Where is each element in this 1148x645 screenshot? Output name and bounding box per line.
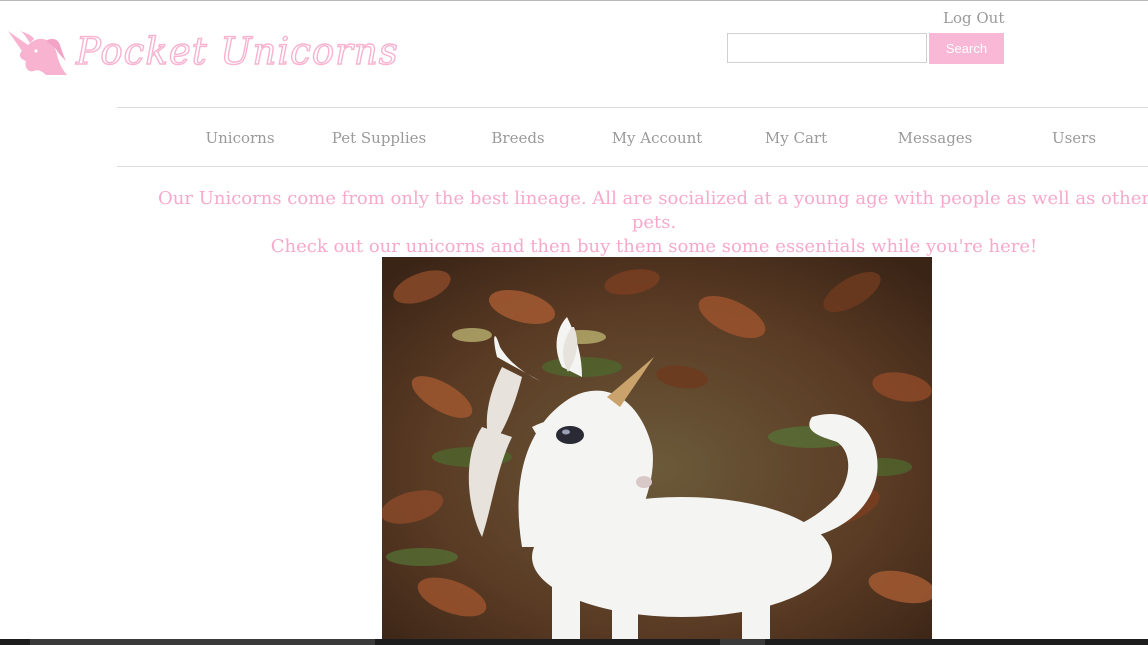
baby-unicorn-photo (382, 257, 932, 641)
brand-name: Pocket Unicorns (75, 29, 399, 73)
intro-line-2: Check out our unicorns and then buy them… (270, 236, 1038, 257)
search-button[interactable]: Search (929, 33, 1004, 64)
page: Pocket Unicorns Log Out Search Unicorns … (0, 0, 1148, 645)
taskbar-segment (30, 639, 375, 645)
nav-item-users[interactable]: Users (1052, 129, 1096, 147)
taskbar (0, 639, 1148, 645)
nav-item-messages[interactable]: Messages (898, 129, 973, 147)
nav-item-breeds[interactable]: Breeds (491, 129, 544, 147)
site-logo[interactable]: Pocket Unicorns (6, 27, 399, 79)
unicorn-head-icon (8, 31, 67, 75)
intro-text: Our Unicorns come from only the best lin… (150, 187, 1148, 259)
taskbar-segment (720, 639, 765, 645)
nav-item-unicorns[interactable]: Unicorns (205, 129, 274, 147)
search-input[interactable] (727, 33, 927, 63)
hero-image (382, 257, 932, 641)
nav-item-pet-supplies[interactable]: Pet Supplies (332, 129, 426, 147)
intro-line-1: Our Unicorns come from only the best lin… (158, 188, 1148, 233)
main-nav: Unicorns Pet Supplies Breeds My Account … (117, 107, 1148, 167)
nav-item-my-account[interactable]: My Account (612, 129, 703, 147)
logout-link[interactable]: Log Out (943, 9, 1004, 27)
nav-item-my-cart[interactable]: My Cart (765, 129, 827, 147)
